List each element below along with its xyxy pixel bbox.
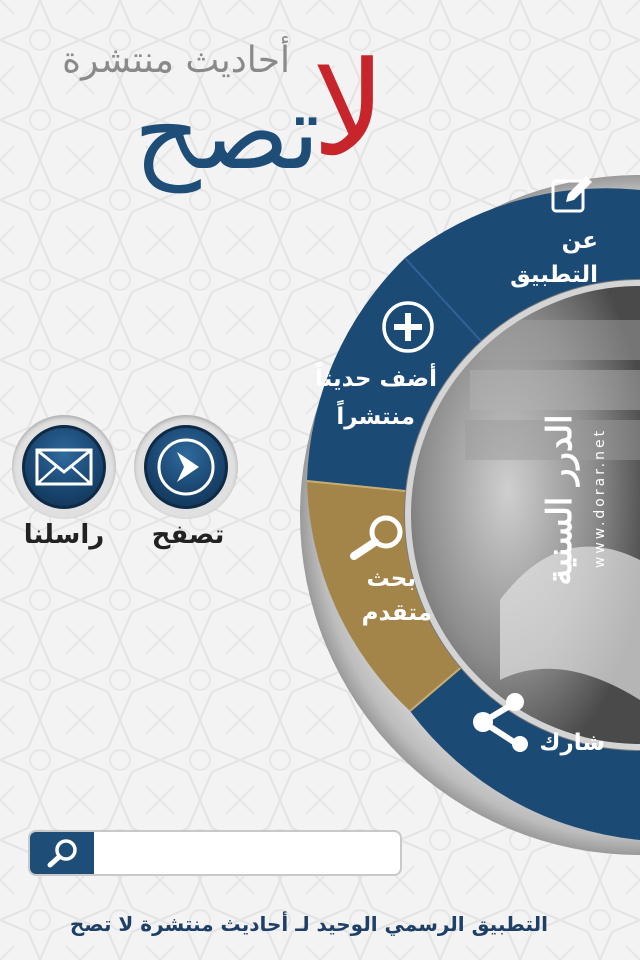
search-bar <box>28 830 402 876</box>
menu-add-line2: منتشراً <box>336 404 415 430</box>
search-button[interactable] <box>30 832 94 874</box>
menu-about[interactable]: عن التطبيق <box>470 168 600 288</box>
menu-share[interactable]: شارك <box>465 690 610 760</box>
menu-search-line2: متقدم <box>361 600 432 626</box>
edit-icon <box>551 176 592 213</box>
share-icon <box>473 693 528 752</box>
envelope-icon <box>35 448 93 486</box>
search-input[interactable] <box>96 832 396 874</box>
browse-button[interactable] <box>134 415 238 519</box>
brand-url: www.dorar.net <box>592 427 608 569</box>
contact-label[interactable]: راسلنا <box>4 520 124 550</box>
menu-about-label: عن التطبيق <box>510 228 598 288</box>
play-arrow-icon <box>157 438 215 496</box>
brand-arabic: الدرر السنية <box>540 414 580 586</box>
center-brand: الدرر السنية www.dorar.net <box>520 414 608 585</box>
menu-share-label: شارك <box>539 730 605 756</box>
magnifier-icon <box>350 515 403 560</box>
plus-circle-icon <box>382 301 434 353</box>
browse-button-face <box>144 425 228 509</box>
menu-add-hadith[interactable]: أضف حديثاً منتشراً <box>305 300 445 440</box>
footer-tagline: التطبيق الرسمي الوحيد لـ أحاديث منتشرة ل… <box>69 912 548 936</box>
menu-search-line1: بحث <box>366 566 416 592</box>
contact-button[interactable] <box>12 415 116 519</box>
menu-advanced-search[interactable]: بحث متقدم <box>340 508 440 628</box>
search-icon <box>47 839 77 868</box>
browse-label[interactable]: تصفح <box>128 520 248 550</box>
menu-add-line1: أضف حديثاً <box>314 366 437 392</box>
contact-button-face <box>22 425 106 509</box>
